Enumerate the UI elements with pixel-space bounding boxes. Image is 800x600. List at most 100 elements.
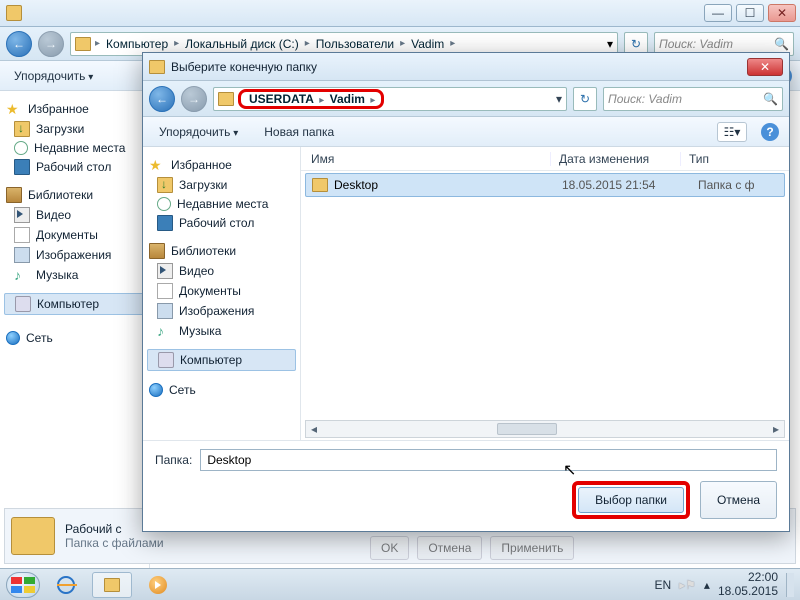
dialog-close-button[interactable]: ✕	[747, 58, 783, 76]
sidebar-item-desktop[interactable]: Рабочий стол	[0, 157, 149, 177]
network-icon	[6, 331, 20, 345]
breadcrumb[interactable]: USERDATA ▸ Vadim ▸ ▾	[213, 87, 567, 111]
column-name[interactable]: Имя	[301, 152, 551, 166]
scroll-right-icon[interactable]: ▸	[768, 421, 784, 437]
tray-language[interactable]: EN	[654, 578, 671, 592]
sidebar-libraries[interactable]: Библиотеки	[143, 241, 300, 261]
nav-back-button[interactable]: ←	[6, 31, 32, 57]
dialog-bottom-panel: Папка: Выбор папки Отмена	[143, 440, 789, 531]
breadcrumb-segment[interactable]: Vadim	[328, 92, 367, 106]
maximize-button[interactable]: ☐	[736, 4, 764, 22]
taskbar-media-player[interactable]	[138, 572, 178, 598]
sidebar-item-computer[interactable]: Компьютер	[4, 293, 145, 315]
sidebar-libraries[interactable]: Библиотеки	[0, 185, 149, 205]
folder-icon	[75, 37, 91, 51]
breadcrumb-segment[interactable]: Компьютер	[104, 37, 170, 51]
folder-icon	[104, 578, 120, 592]
dialog-sidebar: ★Избранное Загрузки Недавние места Рабоч…	[143, 147, 301, 440]
ghost-apply: Применить	[490, 536, 574, 560]
document-icon	[157, 283, 173, 299]
search-icon: 🔍	[774, 37, 789, 51]
dialog-toolbar: Упорядочить Новая папка ☷▾ ?	[143, 117, 789, 147]
dialog-address-bar: ← → USERDATA ▸ Vadim ▸ ▾ ↻ Поиск: Vadim …	[143, 81, 789, 117]
sidebar-item-recent[interactable]: Недавние места	[0, 139, 149, 157]
breadcrumb-segment[interactable]: Пользователи	[314, 37, 396, 51]
sidebar-item-music[interactable]: ♪Музыка	[143, 321, 300, 341]
sidebar-item-recent[interactable]: Недавние места	[143, 195, 300, 213]
taskbar-ie[interactable]	[46, 572, 86, 598]
folder-icon	[11, 517, 55, 555]
nav-forward-button[interactable]: →	[181, 86, 207, 112]
outer-sidebar: ★Избранное Загрузки Недавние места Рабоч…	[0, 91, 150, 568]
folder-icon	[149, 60, 165, 74]
computer-icon	[15, 296, 31, 312]
highlight-annotation: Выбор папки	[572, 481, 690, 519]
search-placeholder: Поиск: Vadim	[659, 37, 733, 51]
view-options-button[interactable]: ☷▾	[717, 122, 747, 142]
minimize-button[interactable]: —	[704, 4, 732, 22]
video-icon	[14, 207, 30, 223]
tray-clock[interactable]: 22:00 18.05.2015	[718, 571, 778, 597]
music-icon: ♪	[14, 267, 30, 283]
organize-button[interactable]: Упорядочить	[8, 66, 99, 86]
nav-forward-button[interactable]: →	[38, 31, 64, 57]
dialog-titlebar[interactable]: Выберите конечную папку ✕	[143, 53, 789, 81]
sidebar-favorites[interactable]: ★Избранное	[143, 155, 300, 175]
start-button[interactable]	[6, 572, 40, 598]
sidebar-item-video[interactable]: Видео	[0, 205, 149, 225]
nav-back-button[interactable]: ←	[149, 86, 175, 112]
tray-expand-icon[interactable]: ▴	[704, 578, 710, 592]
recent-icon	[14, 141, 28, 155]
image-icon	[157, 303, 173, 319]
cancel-button[interactable]: Отмена	[700, 481, 777, 519]
file-row[interactable]: Desktop 18.05.2015 21:54 Папка с ф	[305, 173, 785, 197]
sidebar-item-downloads[interactable]: Загрузки	[143, 175, 300, 195]
breadcrumb-segment[interactable]: USERDATA	[247, 92, 316, 106]
sidebar-item-downloads[interactable]: Загрузки	[0, 119, 149, 139]
select-folder-button[interactable]: Выбор папки	[578, 487, 684, 513]
scrollbar-thumb[interactable]	[497, 423, 557, 435]
column-date[interactable]: Дата изменения	[551, 152, 681, 166]
horizontal-scrollbar[interactable]: ◂ ▸	[305, 420, 785, 438]
action-center-icon[interactable]: ▸⚑	[679, 578, 696, 592]
dialog-file-list: Имя Дата изменения Тип Desktop 18.05.201…	[301, 147, 789, 440]
scroll-left-icon[interactable]: ◂	[306, 421, 322, 437]
sidebar-item-desktop[interactable]: Рабочий стол	[143, 213, 300, 233]
new-folder-button[interactable]: Новая папка	[258, 122, 340, 142]
sidebar-item-computer[interactable]: Компьютер	[147, 349, 296, 371]
sidebar-item-music[interactable]: ♪Музыка	[0, 265, 149, 285]
folder-icon	[6, 5, 22, 21]
library-icon	[149, 243, 165, 259]
sidebar-item-images[interactable]: Изображения	[0, 245, 149, 265]
folder-name-input[interactable]	[200, 449, 777, 471]
show-desktop-button[interactable]	[786, 573, 794, 597]
breadcrumb-segment[interactable]: Локальный диск (C:)	[183, 37, 301, 51]
sidebar-item-network[interactable]: Сеть	[0, 329, 149, 347]
help-button[interactable]: ?	[761, 123, 779, 141]
ghost-cancel: Отмена	[417, 536, 482, 560]
close-button[interactable]: ✕	[768, 4, 796, 22]
taskbar-explorer[interactable]	[92, 572, 132, 598]
search-placeholder: Поиск: Vadim	[608, 92, 682, 106]
file-date: 18.05.2015 21:54	[562, 178, 692, 192]
ie-icon	[57, 576, 75, 594]
sidebar-favorites[interactable]: ★Избранное	[0, 99, 149, 119]
sidebar-item-network[interactable]: Сеть	[143, 381, 300, 399]
music-icon: ♪	[157, 323, 173, 339]
dialog-search-input[interactable]: Поиск: Vadim 🔍	[603, 87, 783, 111]
outer-window-titlebar: — ☐ ✕	[0, 0, 800, 27]
status-type: Папка с файлами	[65, 536, 164, 550]
sidebar-item-video[interactable]: Видео	[143, 261, 300, 281]
breadcrumb-segment[interactable]: Vadim	[409, 37, 446, 51]
dialog-title: Выберите конечную папку	[171, 60, 317, 74]
sidebar-item-documents[interactable]: Документы	[0, 225, 149, 245]
column-headers[interactable]: Имя Дата изменения Тип	[301, 147, 789, 171]
organize-button[interactable]: Упорядочить	[153, 122, 244, 142]
sidebar-item-images[interactable]: Изображения	[143, 301, 300, 321]
column-type[interactable]: Тип	[681, 152, 789, 166]
recent-icon	[157, 197, 171, 211]
folder-icon	[218, 92, 234, 106]
refresh-button[interactable]: ↻	[573, 87, 597, 111]
file-type: Папка с ф	[698, 178, 784, 192]
sidebar-item-documents[interactable]: Документы	[143, 281, 300, 301]
